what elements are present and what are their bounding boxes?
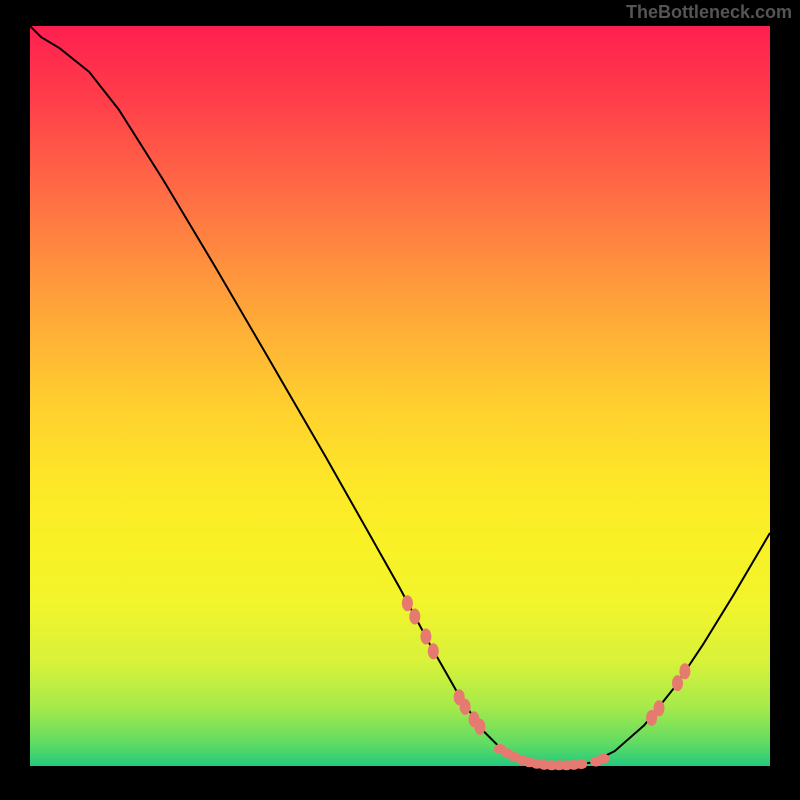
data-point-marker <box>654 700 665 716</box>
chart-container: TheBottleneck.com <box>0 0 800 800</box>
chart-svg <box>30 26 770 766</box>
data-point-marker <box>428 643 439 659</box>
data-point-marker <box>409 609 420 625</box>
data-point-marker <box>420 629 431 645</box>
plot-area <box>30 26 770 766</box>
data-point-marker <box>672 675 683 691</box>
data-point-marker <box>460 699 471 715</box>
bottleneck-curve <box>30 26 770 766</box>
data-point-marker <box>575 759 587 769</box>
data-point-marker <box>598 754 610 764</box>
data-point-marker <box>402 595 413 611</box>
attribution-text: TheBottleneck.com <box>626 2 792 23</box>
data-point-marker <box>679 663 690 679</box>
data-point-marker <box>474 719 485 735</box>
data-markers <box>402 595 691 770</box>
